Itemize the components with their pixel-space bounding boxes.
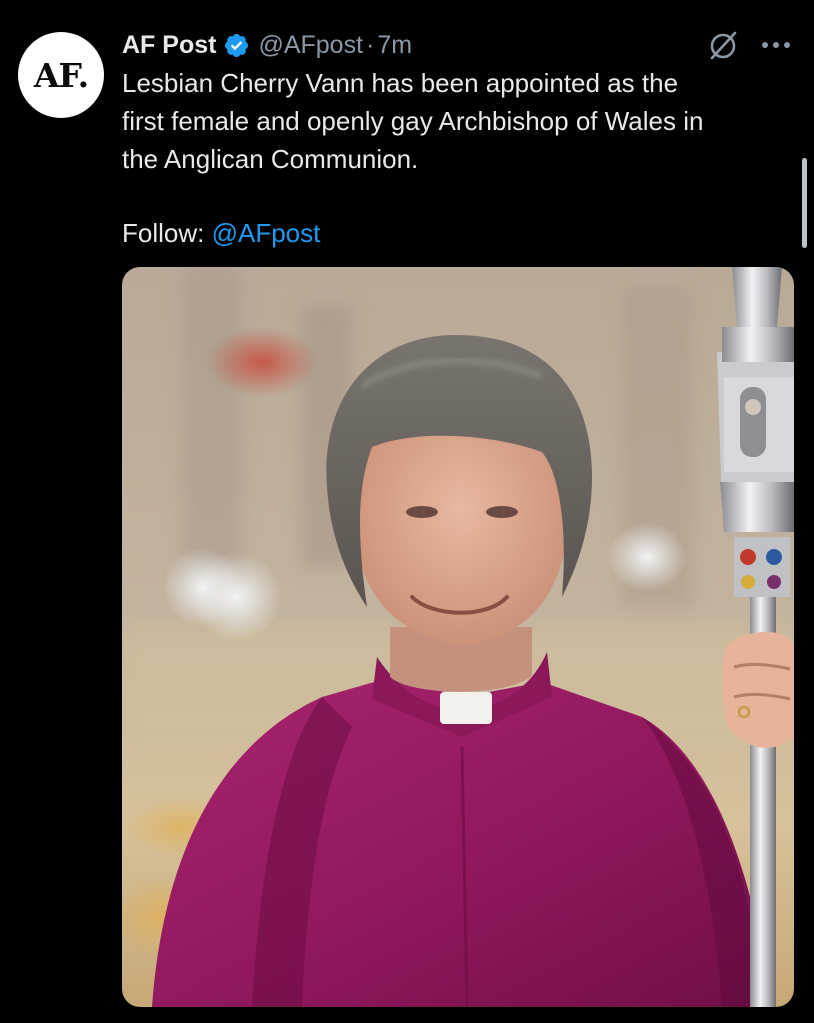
photo-image — [122, 267, 794, 1007]
header-separator: · — [366, 30, 375, 59]
tweet-photo[interactable] — [122, 267, 794, 1007]
scrollbar[interactable] — [802, 158, 807, 248]
grok-icon[interactable] — [706, 28, 740, 62]
more-options-icon[interactable] — [761, 40, 791, 50]
display-name[interactable]: AF Post — [122, 31, 216, 60]
avatar[interactable]: AF. — [18, 32, 104, 118]
handle[interactable]: @AFpost — [258, 31, 363, 60]
tweet-text-line: first female and openly gay Archbishop o… — [122, 106, 704, 136]
tweet-text-line: Lesbian Cherry Vann has been appointed a… — [122, 68, 679, 98]
verified-badge-icon — [225, 33, 249, 57]
tweet-text: Lesbian Cherry Vann has been appointed a… — [122, 64, 802, 178]
tweet-text-line: the Anglican Communion. — [122, 144, 419, 174]
timestamp[interactable]: 7m — [377, 31, 412, 60]
follow-line: Follow: @AFpost — [122, 214, 320, 252]
avatar-logo-text: AF. — [33, 55, 89, 95]
tweet[interactable]: AF. AF Post @AFpost · 7m Lesbian Cherry … — [0, 0, 814, 1023]
follow-mention-link[interactable]: @AFpost — [212, 218, 321, 248]
follow-label: Follow: — [122, 218, 212, 248]
tweet-header: AF Post @AFpost · 7m — [122, 26, 412, 64]
